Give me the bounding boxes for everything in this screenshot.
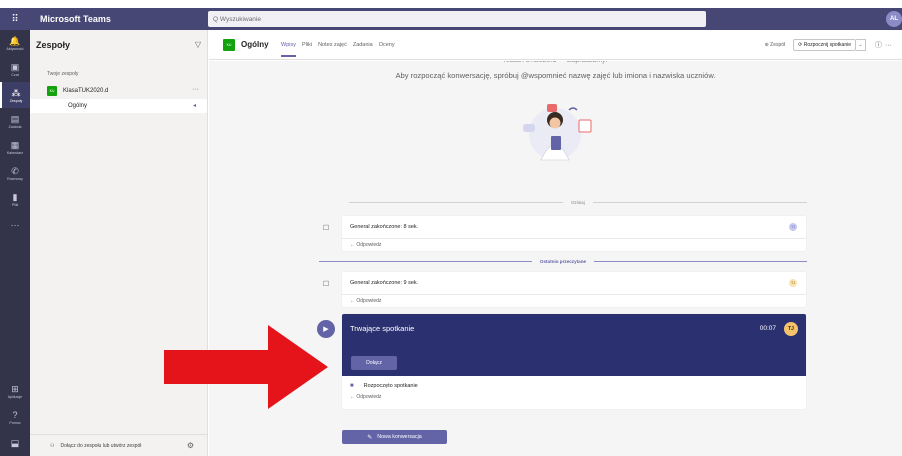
- app-launcher-icon[interactable]: ⠿: [0, 8, 30, 30]
- add-people-icon: ⚇: [50, 442, 55, 449]
- tab-files[interactable]: Pliki: [302, 42, 312, 48]
- chevron-down-icon[interactable]: ⌄: [856, 39, 866, 51]
- start-meeting-button[interactable]: ⟳ Rozpocznij spotkanie: [793, 39, 856, 51]
- last-read-divider: Ostatnio przeczytane: [319, 256, 807, 266]
- join-create-label: Dołącz do zespołu lub utwórz zespół: [60, 442, 142, 449]
- app-rail: 🔔 Aktywność ▣ Czat ⁂ Zespoły ▤ Zadania ▦…: [0, 30, 30, 456]
- user-avatar[interactable]: AL: [886, 11, 902, 27]
- team-name: KlasaTUK2020.d: [63, 88, 109, 94]
- avatar: TJ: [789, 223, 797, 231]
- channel-header: KU Ogólny Wpisy Pliki Notes zajęć Zadani…: [209, 30, 902, 60]
- red-arrow: [164, 325, 328, 409]
- teams-icon: ⁂: [11, 87, 21, 98]
- video-camera-icon: ■: [350, 383, 354, 389]
- rail-item-download[interactable]: ⬓: [0, 430, 30, 456]
- rail-label: Zespoły: [9, 98, 23, 103]
- channel-tabs: Wpisy Pliki Notes zajęć Zadania Oceny: [281, 42, 401, 57]
- phone-icon: ✆: [11, 165, 19, 176]
- rail-item-assignments[interactable]: ▤ Zadania: [0, 108, 30, 134]
- team-avatar: KU: [47, 86, 57, 96]
- assignments-icon: ▤: [10, 113, 20, 124]
- search-input[interactable]: Q Wyszukiwanie: [208, 11, 706, 27]
- meeting-ended-icon: ☐: [322, 225, 330, 232]
- join-create-team[interactable]: ⚇ Dołącz do zespołu lub utwórz zespół ⚙: [30, 434, 208, 456]
- tab-grades[interactable]: Oceny: [379, 42, 395, 48]
- meeting-ended-icon: ☐: [322, 281, 330, 288]
- team-link[interactable]: ⊕ Zespół: [765, 42, 786, 48]
- tab-class-notebook[interactable]: Notes zajęć: [318, 42, 347, 48]
- rail-item-teams[interactable]: ⁂ Zespoły: [0, 82, 30, 108]
- meeting-timer: 00:07: [759, 325, 776, 332]
- rail-label: Pliki: [11, 202, 19, 207]
- message-text: General zakończone: 9 sek.: [350, 280, 419, 286]
- more-options-icon[interactable]: ···: [192, 86, 199, 93]
- rail-item-more[interactable]: ···: [0, 212, 30, 238]
- panel-header: Zespoły: [30, 30, 207, 60]
- join-button[interactable]: Dołącz: [351, 356, 397, 370]
- new-conversation-label: Nowa konwersacja: [377, 434, 422, 440]
- download-icon: ⬓: [10, 438, 20, 448]
- channel-name: Ogólny: [68, 103, 88, 109]
- date-divider-label: Dzisiaj: [571, 199, 585, 205]
- tab-posts[interactable]: Wpisy: [281, 42, 296, 57]
- welcome-title: KlasaTUK2020.d — Zapraszamy!: [209, 61, 902, 67]
- rail-item-files[interactable]: ▮ Pliki: [0, 186, 30, 212]
- more-options-icon[interactable]: ···: [885, 42, 892, 49]
- meeting-banner: Trwające spotkanie 00:07 TJ Dołącz: [342, 314, 806, 376]
- avatar: TJ: [789, 279, 797, 287]
- chat-icon: ▣: [10, 61, 20, 72]
- tab-assignments[interactable]: Zadania: [353, 42, 373, 48]
- message-card: General zakończone: 9 sek. TJ ← Odpowied…: [342, 272, 806, 307]
- message-card: General zakończone: 8 sek. TJ ← Odpowied…: [342, 216, 806, 251]
- last-read-label: Ostatnio przeczytane: [539, 258, 587, 264]
- rail-label: Czat: [11, 72, 19, 77]
- search-placeholder: Q Wyszukiwanie: [213, 15, 261, 23]
- files-icon: ▮: [12, 191, 18, 202]
- info-icon[interactable]: ⓘ: [875, 40, 882, 50]
- rail-label: Kalendarz: [6, 150, 24, 155]
- meeting-title: Trwające spotkanie: [350, 324, 415, 333]
- rail-item-chat[interactable]: ▣ Czat: [0, 56, 30, 82]
- welcome-illustration: [523, 104, 592, 161]
- rail-label: Zadania: [8, 124, 22, 129]
- channel-item-general[interactable]: Ogólny ◂: [30, 99, 207, 113]
- bell-icon: 🔔: [9, 35, 21, 46]
- header-actions: ⊕ Zespół ⟳ Rozpocznij spotkanie ⌄ ⓘ ···: [765, 39, 892, 51]
- more-icon: ···: [10, 220, 20, 230]
- team-item[interactable]: KU KlasaTUK2020.d ···: [30, 83, 207, 99]
- new-conversation-button[interactable]: ✎ Nowa konwersacja: [342, 430, 447, 444]
- rail-item-calls[interactable]: ✆ Rozmowy: [0, 160, 30, 186]
- rail-item-apps[interactable]: ⊞ Aplikacje: [0, 378, 30, 404]
- calendar-icon: ▦: [10, 139, 20, 150]
- help-icon: ?: [12, 409, 18, 420]
- welcome-subtitle: Aby rozpocząć konwersację, spróbuj @wspo…: [395, 71, 716, 80]
- panel-title: Zespoły: [36, 40, 71, 50]
- channel-avatar: KU: [223, 39, 235, 51]
- rail-label: Aktywność: [6, 46, 24, 51]
- date-divider: Dzisiaj: [349, 197, 807, 207]
- compose-icon: ✎: [367, 434, 373, 441]
- rail-bottom: ⊞ Aplikacje ? Pomoc ⬓: [0, 378, 30, 456]
- rail-label: Rozmowy: [7, 176, 23, 181]
- rail-item-calendar[interactable]: ▦ Kalendarz: [0, 134, 30, 160]
- apps-icon: ⊞: [11, 383, 19, 394]
- gear-icon[interactable]: ⚙: [187, 441, 194, 450]
- meeting-started-text: Rozpoczęto spotkanie: [363, 383, 418, 389]
- reply-link[interactable]: ← Odpowiedz: [342, 294, 806, 307]
- rail-item-help[interactable]: ? Pomoc: [0, 404, 30, 430]
- avatar: TJ: [784, 322, 798, 336]
- meeting-started-row: ■ Rozpoczęto spotkanie: [342, 376, 806, 396]
- channel-title: Ogólny: [241, 40, 269, 49]
- reply-link[interactable]: ← Odpowiedz: [342, 238, 806, 251]
- app-title: Microsoft Teams: [40, 14, 111, 24]
- filter-icon[interactable]: ▽: [195, 40, 201, 49]
- meeting-card: Trwające spotkanie 00:07 TJ Dołącz ■ Roz…: [342, 314, 806, 409]
- section-label: Twoje zespoły: [47, 71, 79, 77]
- top-bar: ⠿ Microsoft Teams Q Wyszukiwanie AL: [0, 8, 902, 30]
- rail-label: Pomoc: [9, 420, 21, 425]
- message-text: General zakończone: 8 sek.: [350, 224, 419, 230]
- rail-item-activity[interactable]: 🔔 Aktywność: [0, 30, 30, 56]
- meeting-indicator-icon: ◂: [193, 103, 197, 109]
- rail-label: Aplikacje: [7, 394, 23, 399]
